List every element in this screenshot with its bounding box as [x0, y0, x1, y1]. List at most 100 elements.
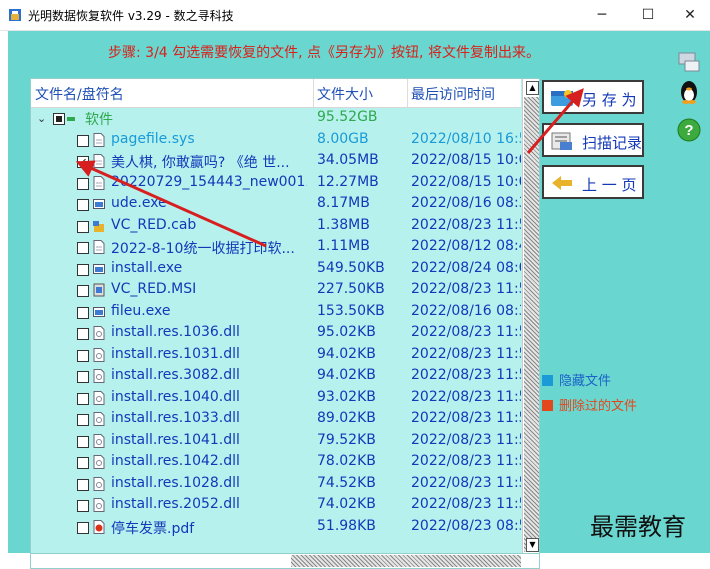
- hscroll-thumb[interactable]: [291, 555, 521, 567]
- row-name[interactable]: install.res.1036.dll: [111, 324, 307, 340]
- table-row[interactable]: install.res.3082.dll 94.02KB 2022/08/23 11…: [31, 366, 521, 388]
- row-checkbox[interactable]: [77, 521, 89, 534]
- row-checkbox[interactable]: [77, 500, 89, 512]
- row-name[interactable]: pagefile.sys: [111, 131, 307, 147]
- row-checkbox[interactable]: [77, 285, 89, 297]
- column-header-name[interactable]: 文件名/盘符名: [35, 84, 124, 104]
- row-size: 1.11MB: [317, 238, 370, 254]
- network-icon[interactable]: [676, 49, 702, 75]
- row-time: 2022/08/23 11:5: [411, 496, 521, 512]
- table-row[interactable]: install.res.1042.dll 78.02KB 2022/08/23 11…: [31, 452, 521, 474]
- row-checkbox[interactable]: [77, 306, 89, 319]
- table-row[interactable]: install.res.1031.dll 94.02KB 2022/08/23 11…: [31, 345, 521, 367]
- dll-icon: [93, 433, 105, 448]
- table-row[interactable]: install.exe 549.50KB 2022/08/24 08:0: [31, 259, 521, 281]
- row-name[interactable]: VC_RED.MSI: [111, 281, 307, 297]
- table-row[interactable]: VC_RED.cab 1.38MB 2022/08/23 11:5: [31, 216, 521, 238]
- table-row[interactable]: pagefile.sys 8.00GB 2022/08/10 16:5: [31, 130, 521, 152]
- row-checkbox[interactable]: [77, 263, 89, 276]
- row-time: 2022/08/23 08:5: [411, 517, 521, 534]
- qq-penguin-icon[interactable]: [676, 79, 702, 105]
- table-row[interactable]: 停车发票.pdf 51.98KB 2022/08/23 08:5: [31, 517, 521, 539]
- row-time: 2022/08/10 16:5: [411, 130, 521, 147]
- step-instruction: 步骤: 3/4 勾选需要恢复的文件, 点《另存为》按钮, 将文件复制出来。: [108, 45, 540, 61]
- exe-icon: [93, 199, 105, 209]
- row-name[interactable]: 停车发票.pdf: [111, 518, 307, 538]
- row-name[interactable]: VC_RED.cab: [111, 217, 307, 233]
- save-as-icon: [551, 90, 573, 106]
- row-time: 2022/08/23 11:5: [411, 281, 521, 297]
- table-row[interactable]: install.res.1036.dll 95.02KB 2022/08/23 11…: [31, 323, 521, 345]
- row-name[interactable]: install.res.1031.dll: [111, 346, 307, 362]
- row-checkbox[interactable]: [77, 349, 89, 362]
- vertical-scrollbar[interactable]: ▲ ▼: [522, 79, 539, 554]
- table-row[interactable]: install.res.1033.dll 89.02KB 2022/08/23 11…: [31, 409, 521, 431]
- table-row[interactable]: install.res.1040.dll 93.02KB 2022/08/23 11…: [31, 388, 521, 410]
- row-name[interactable]: install.res.3082.dll: [111, 367, 307, 383]
- table-row[interactable]: 20220729_154443_new001... 12.27MB 2022/08/…: [31, 173, 521, 195]
- row-name[interactable]: 美人棋, 你敢赢吗? 《绝 世...: [111, 152, 307, 172]
- cab-icon: [93, 220, 104, 232]
- row-time: 2022/08/16 08:3: [411, 302, 521, 319]
- save-as-label: 另 存 为: [582, 91, 637, 109]
- table-row[interactable]: VC_RED.MSI 227.50KB 2022/08/23 11:5: [31, 280, 521, 302]
- row-checkbox[interactable]: [77, 414, 89, 426]
- row-checkbox[interactable]: [77, 328, 89, 340]
- minimize-button[interactable]: ─: [580, 0, 624, 30]
- row-name[interactable]: install.exe: [111, 260, 307, 276]
- row-checkbox[interactable]: [77, 435, 89, 448]
- column-divider[interactable]: [407, 79, 408, 107]
- row-checkbox[interactable]: [77, 220, 89, 233]
- previous-page-button[interactable]: 上 一 页: [542, 165, 644, 199]
- row-name[interactable]: 软件: [85, 109, 281, 129]
- row-time: 2022/08/23 11:5: [411, 410, 521, 426]
- list-header: 文件名/盘符名 文件大小 最后访问时间: [31, 79, 521, 108]
- row-checkbox[interactable]: [77, 242, 89, 254]
- row-checkbox[interactable]: [77, 134, 89, 147]
- dll-icon: [93, 476, 105, 491]
- row-checkbox[interactable]: [53, 113, 65, 125]
- row-name[interactable]: install.res.1033.dll: [111, 410, 307, 426]
- row-checkbox[interactable]: [77, 392, 89, 405]
- maximize-button[interactable]: ☐: [626, 0, 670, 30]
- row-checkbox[interactable]: [77, 478, 89, 491]
- close-button[interactable]: ✕: [668, 0, 710, 30]
- scan-record-button[interactable]: 扫描记录: [542, 123, 644, 157]
- table-row[interactable]: ⌄ 软件 95.52GB: [31, 108, 521, 130]
- row-name[interactable]: install.res.1028.dll: [111, 475, 307, 491]
- table-row[interactable]: 美人棋, 你敢赢吗? 《绝 世... 34.05MB 2022/08/15 10:0: [31, 151, 521, 173]
- watermark: 最需教育: [590, 513, 686, 541]
- scroll-down-arrow[interactable]: ▼: [526, 538, 539, 552]
- column-header-size[interactable]: 文件大小: [317, 84, 373, 104]
- column-header-time[interactable]: 最后访问时间: [411, 84, 495, 104]
- table-row[interactable]: install.res.2052.dll 74.02KB 2022/08/23 11…: [31, 495, 521, 517]
- table-row[interactable]: install.res.1041.dll 79.52KB 2022/08/23 11…: [31, 431, 521, 453]
- row-checkbox[interactable]: [77, 371, 89, 383]
- row-name[interactable]: 20220729_154443_new001...: [111, 174, 307, 190]
- row-checkbox[interactable]: [77, 457, 89, 469]
- scroll-up-arrow[interactable]: ▲: [526, 81, 539, 95]
- row-name[interactable]: ude.exe: [111, 195, 307, 211]
- help-icon[interactable]: ?: [676, 117, 702, 143]
- table-row[interactable]: 2022-8-10统一收据打印软... 1.11MB 2022/08/12 08:4: [31, 237, 521, 259]
- horizontal-scrollbar[interactable]: [30, 553, 540, 569]
- row-size: 153.50KB: [317, 302, 385, 319]
- row-name[interactable]: install.res.1042.dll: [111, 453, 307, 469]
- row-name[interactable]: install.res.2052.dll: [111, 496, 307, 512]
- table-row[interactable]: ude.exe 8.17MB 2022/08/16 08:3: [31, 194, 521, 216]
- table-row[interactable]: fileu.exe 153.50KB 2022/08/16 08:3: [31, 302, 521, 324]
- row-time: 2022/08/23 11:5: [411, 388, 521, 405]
- row-checkbox[interactable]: [77, 156, 89, 168]
- row-name[interactable]: fileu.exe: [111, 303, 307, 319]
- legend-hidden-files: 隐藏文件: [542, 370, 611, 389]
- collapse-chevron-icon[interactable]: ⌄: [37, 112, 46, 125]
- row-name[interactable]: install.res.1040.dll: [111, 389, 307, 405]
- row-name[interactable]: 2022-8-10统一收据打印软...: [111, 238, 307, 258]
- scroll-thumb[interactable]: [524, 97, 539, 552]
- table-row[interactable]: install.res.1028.dll 74.52KB 2022/08/23 11…: [31, 474, 521, 496]
- save-as-button[interactable]: 另 存 为: [542, 80, 644, 114]
- column-divider[interactable]: [313, 79, 314, 107]
- row-name[interactable]: install.res.1041.dll: [111, 432, 307, 448]
- row-checkbox[interactable]: [77, 177, 89, 190]
- row-checkbox[interactable]: [77, 199, 89, 211]
